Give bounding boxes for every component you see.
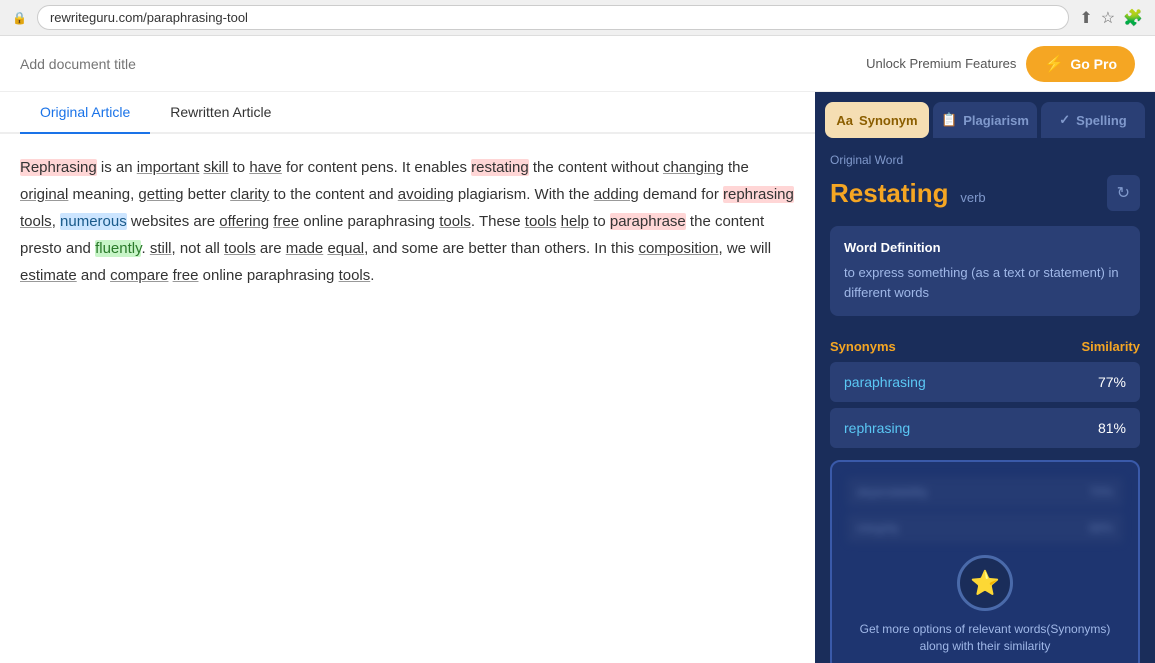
definition-text: to express something (as a text or state… [844,263,1126,302]
blurred-row-0: dependability 70% [847,477,1123,507]
blurred-word-1: integrity [857,521,899,535]
word-getting: getting [138,186,183,203]
tab-original[interactable]: Original Article [20,92,150,134]
synonym-word-1: rephrasing [844,420,910,436]
browser-bar: 🔒 rewriteguru.com/paraphrasing-tool ⬆ ☆ … [0,0,1155,36]
lock-icon: 🔒 [12,11,27,25]
word-avoiding: avoiding [398,186,454,203]
word-pos: verb [960,190,985,205]
word-tools4: tools [224,240,256,257]
browser-actions: ⬆ ☆ 🧩 [1079,8,1143,28]
blurred-row-1: integrity 68% [847,513,1123,543]
word-title: Restating [830,178,948,208]
word-adding: adding [594,186,639,203]
doc-title-input[interactable] [20,56,420,72]
similarity-col-header: Similarity [1081,339,1140,354]
highlight-restating: restating [471,159,529,176]
blurred-pct-0: 70% [1089,485,1113,499]
synonym-word-0: paraphrasing [844,374,926,390]
word-skill: skill [203,159,228,176]
synonym-pct-0: 77% [1098,374,1126,390]
go-pro-label: Go Pro [1070,56,1117,72]
extension-icon[interactable]: 🧩 [1123,8,1143,28]
word-made: made [286,240,324,257]
blurred-rows: dependability 70% integrity 68% [847,477,1123,543]
highlight-paraphrase: paraphrase [610,213,686,230]
blurred-word-0: dependability [857,485,928,499]
highlight-numerous: numerous [60,213,127,230]
word-help: help [561,213,589,230]
tool-tabs: Aa Synonym 📋 Plagiarism ✓ Spelling [815,92,1155,138]
spelling-icon: ✓ [1059,112,1070,128]
tab-plagiarism[interactable]: 📋 Plagiarism [933,102,1037,138]
word-offering: offering [219,213,269,230]
tab-spelling[interactable]: ✓ Spelling [1041,102,1145,138]
unlock-premium-button[interactable]: Unlock Premium Features [866,56,1016,71]
highlight-rephrasing: Rephrasing [20,159,97,176]
premium-text: Get more options of relevant words(Synon… [847,621,1123,655]
highlight-fluently: fluently [95,240,141,257]
go-pro-icon: ⚡ [1044,54,1064,74]
header-right: Unlock Premium Features ⚡ Go Pro [866,46,1135,82]
premium-card: dependability 70% integrity 68% ⭐ Get mo… [830,460,1140,663]
share-icon[interactable]: ⬆ [1079,8,1092,28]
word-title-group: Restating verb [830,178,986,209]
word-compare: compare [110,267,168,284]
highlight-rephrasing2: rephrasing [723,186,794,203]
synonym-pct-1: 81% [1098,420,1126,436]
word-changing: changing [663,159,724,176]
app-header: Unlock Premium Features ⚡ Go Pro [0,36,1155,92]
article-tabs: Original Article Rewritten Article [0,92,815,134]
plagiarism-icon: 📋 [941,112,957,128]
word-tools1: tools [20,213,52,230]
bookmark-icon[interactable]: ☆ [1101,8,1115,28]
word-tools2: tools [439,213,471,230]
word-clarity: clarity [230,186,269,203]
right-panel: Aa Synonym 📋 Plagiarism ✓ Spelling Origi… [815,92,1155,663]
word-free1: free [273,213,299,230]
word-original: original [20,186,68,203]
blurred-pct-1: 68% [1089,521,1113,535]
synonym-content: Original Word Restating verb ↻ Word Defi… [815,138,1155,663]
word-estimate: estimate [20,267,77,284]
word-tools5: tools [339,267,371,284]
word-have: have [249,159,282,176]
synonym-label: Synonym [859,113,918,128]
synonyms-col-header: Synonyms [830,339,896,354]
word-important: important [137,159,200,176]
word-free2: free [173,267,199,284]
word-equal: equal [327,240,364,257]
word-still: still [150,240,172,257]
tab-rewritten[interactable]: Rewritten Article [150,92,291,134]
main-layout: Original Article Rewritten Article Rephr… [0,92,1155,663]
definition-label: Word Definition [844,240,1126,255]
synonym-icon: Aa [836,113,853,128]
word-composition: composition [638,240,718,257]
refresh-button[interactable]: ↻ [1107,175,1140,211]
plagiarism-label: Plagiarism [963,113,1029,128]
go-pro-button[interactable]: ⚡ Go Pro [1026,46,1135,82]
premium-star-icon: ⭐ [957,555,1013,611]
article-content: Rephrasing is an important skill to have… [0,134,815,663]
synonyms-table: Synonyms Similarity paraphrasing 77% rep… [830,331,1140,448]
url-bar[interactable]: rewriteguru.com/paraphrasing-tool [37,5,1069,30]
word-definition-box: Word Definition to express something (as… [830,226,1140,316]
word-tools3: tools [525,213,557,230]
word-header: Restating verb ↻ [830,175,1140,211]
tab-synonym[interactable]: Aa Synonym [825,102,929,138]
original-word-label: Original Word [830,153,1140,167]
left-panel: Original Article Rewritten Article Rephr… [0,92,815,663]
spelling-label: Spelling [1076,113,1127,128]
synonyms-header: Synonyms Similarity [830,331,1140,362]
synonym-row-1[interactable]: rephrasing 81% [830,408,1140,448]
synonym-row-0[interactable]: paraphrasing 77% [830,362,1140,402]
